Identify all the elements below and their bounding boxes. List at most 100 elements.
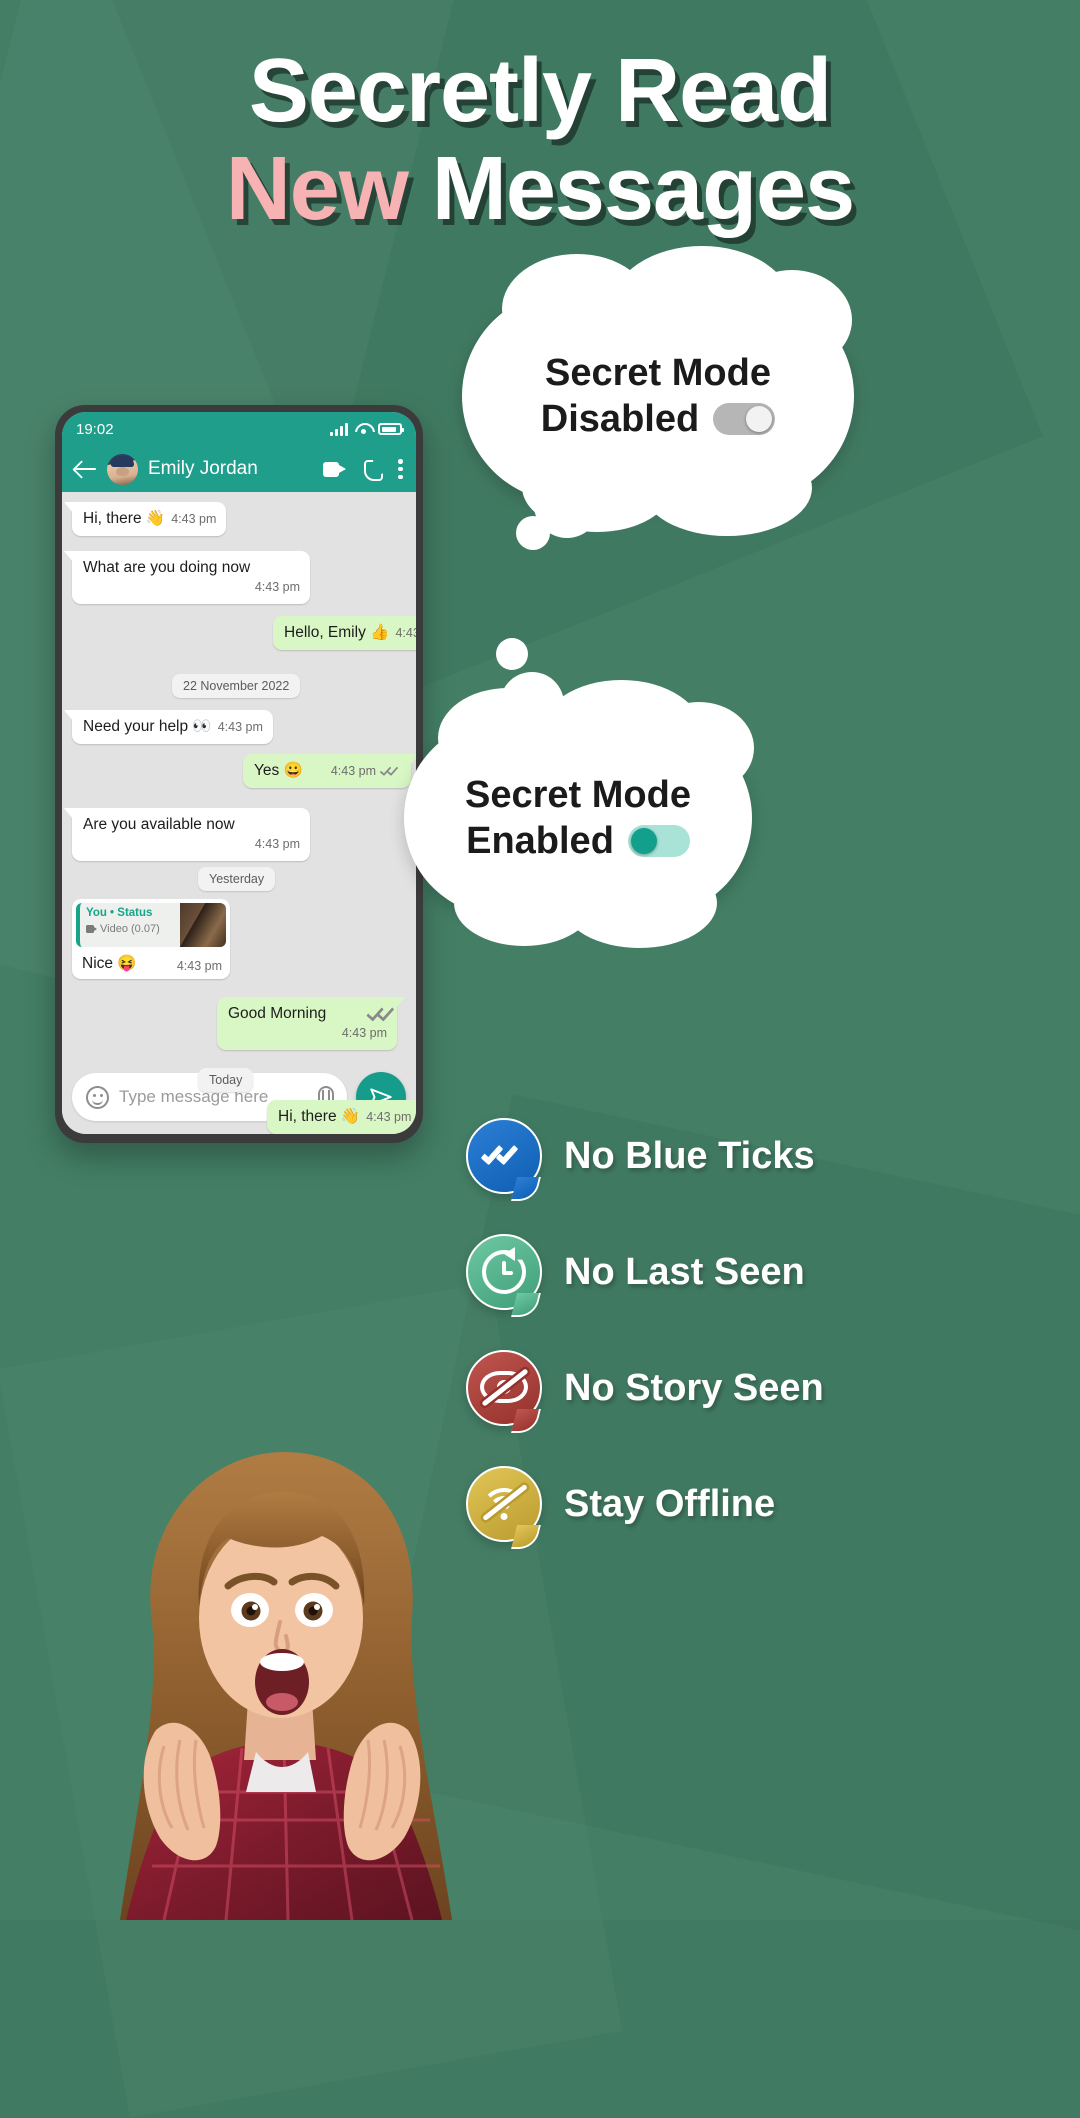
message-time: 4:43 pm: [395, 626, 416, 640]
feature-label: No Last Seen: [564, 1250, 805, 1293]
message-meta: 4:43 pm: [255, 578, 300, 596]
callout-tail-lobe: [516, 516, 550, 550]
video-call-icon[interactable]: [323, 461, 346, 477]
message-row[interactable]: Hi, there 👋 4:43 pm: [63, 502, 227, 536]
message-row[interactable]: Hi, there 👋 4:43 pm: [267, 1100, 416, 1134]
clock-history-icon: [466, 1234, 542, 1310]
message-bubble-outgoing[interactable]: Hi, there 👋 4:43 pm: [267, 1100, 416, 1134]
message-bubble-outgoing[interactable]: Hello, Emily 👍 4:43 pm: [273, 616, 416, 650]
headline-line-1: Secretly Read: [248, 41, 832, 141]
feature-item-no-blue-ticks[interactable]: No Blue Ticks: [466, 1098, 824, 1214]
message-bubble-outgoing[interactable]: Yes 😀 4:43 pm: [243, 754, 416, 788]
callout-line-2-label: Enabled: [466, 820, 614, 862]
delivered-receipt-icon: [379, 763, 401, 777]
message-time: 4:43 pm: [341, 1026, 387, 1040]
status-media-info: Video (0.07): [86, 923, 160, 935]
headline-line-2-rest: Messages: [431, 139, 855, 239]
message-meta: 4:43 pm: [331, 762, 401, 780]
message-row[interactable]: Yes 😀 4:43 pm: [243, 754, 416, 788]
status-reply-card[interactable]: You • Status Video (0.07) Nice 😝 4:43 pm: [72, 899, 230, 979]
callout-cloud: Secret Mode Enabled: [404, 680, 754, 948]
status-thumbnail[interactable]: [180, 903, 226, 947]
message-bubble-incoming[interactable]: What are you doing now 4:43 pm: [64, 551, 310, 604]
status-author: You • Status: [86, 907, 153, 919]
feature-item-no-last-seen[interactable]: No Last Seen: [466, 1214, 824, 1330]
message-text: Nice 😝: [82, 955, 137, 972]
callout-line-2: Enabled: [465, 818, 691, 864]
message-row[interactable]: Need your help 👀 4:43 pm: [64, 710, 273, 744]
message-bubble-incoming[interactable]: Need your help 👀 4:43 pm: [64, 710, 273, 744]
message-bubble-incoming[interactable]: Hi, there 👋 4:43 pm: [63, 502, 227, 536]
contact-name[interactable]: Emily Jordan: [148, 458, 313, 480]
message-meta: 4:43 pm: [177, 959, 222, 973]
feature-item-no-story-seen[interactable]: No Story Seen: [466, 1330, 824, 1446]
message-text: Hi, there 👋: [278, 1108, 361, 1125]
message-text: Hello, Emily 👍: [284, 624, 390, 641]
message-meta: 4:43 pm: [395, 624, 416, 642]
cloud-lobe: [642, 440, 812, 536]
callout-line-2-label: Disabled: [540, 398, 700, 440]
status-quote[interactable]: You • Status Video (0.07): [76, 903, 226, 947]
message-text: Hi, there 👋: [83, 510, 166, 527]
delivered-receipt-icon: [366, 1003, 399, 1023]
message-time: 4:43 pm: [254, 580, 300, 594]
headline-highlight: New: [225, 139, 409, 239]
message-text: Need your help 👀: [83, 718, 212, 735]
message-row[interactable]: Are you available now 4:43 pm: [64, 808, 310, 861]
message-time: 4:43 pm: [254, 837, 300, 851]
message-time: 4:43 pm: [330, 764, 376, 778]
callout-secret-mode-disabled: Secret Mode Disabled: [462, 246, 854, 550]
message-text: Are you available now: [83, 816, 235, 833]
chat-header: Emily Jordan: [62, 446, 416, 492]
video-thumb-icon: [86, 925, 97, 933]
feature-label: Stay Offline: [564, 1482, 776, 1525]
callout-tail-lobe: [496, 638, 528, 670]
callout-line-1: Secret Mode: [465, 774, 691, 816]
cloud-lobe: [562, 858, 717, 948]
phone-mockup: 19:02 Emily Jordan Hi, there 👋 4:43 pm W…: [55, 405, 423, 1143]
message-time: 4:43 pm: [176, 959, 222, 973]
callout-tail-lobe: [500, 672, 564, 736]
status-bar-time: 19:02: [76, 420, 114, 438]
message-text: Good Morning: [228, 1005, 327, 1022]
message-time: 4:43 pm: [366, 1110, 412, 1124]
feature-label: No Story Seen: [564, 1366, 824, 1409]
status-reply-body: Nice 😝 4:43 pm: [76, 947, 226, 973]
battery-icon: [378, 423, 404, 435]
date-chip: Today: [198, 1068, 254, 1092]
message-bubble-incoming[interactable]: Are you available now 4:43 pm: [64, 808, 310, 861]
toggle-knob: [630, 828, 657, 854]
feature-label: No Blue Ticks: [564, 1134, 815, 1177]
message-text: Yes 😀: [254, 762, 303, 779]
message-text: What are you doing now: [83, 559, 251, 576]
back-arrow-icon[interactable]: [75, 460, 97, 478]
phone-call-icon[interactable]: [363, 460, 381, 478]
wifi-slash-glyph: [480, 1483, 528, 1522]
toggle-knob: [746, 406, 773, 432]
message-list[interactable]: Hi, there 👋 4:43 pm What are you doing n…: [62, 492, 416, 1134]
eye-slash-icon: [466, 1350, 542, 1426]
callout-cloud: Secret Mode Disabled: [462, 246, 854, 536]
callout-content: Secret Mode Disabled: [540, 350, 776, 442]
message-row[interactable]: What are you doing now 4:43 pm: [64, 551, 310, 604]
feature-list: No Blue Ticks No Last Seen No Story Seen…: [466, 1098, 824, 1562]
message-row[interactable]: Hello, Emily 👍 4:43 pm: [273, 616, 416, 650]
contact-avatar[interactable]: [107, 453, 138, 485]
secret-mode-toggle-on[interactable]: [627, 825, 690, 857]
message-meta: 4:43 pm: [171, 510, 216, 528]
headline: Secretly Read New Messages: [0, 41, 1080, 234]
double-check-glyph: [480, 1141, 525, 1168]
date-chip: Yesterday: [198, 867, 276, 891]
message-meta: 4:43 pm: [218, 718, 263, 736]
secret-mode-toggle-off[interactable]: [713, 403, 776, 435]
chat-header-actions: [323, 459, 403, 479]
headline-line-2: New Messages: [0, 144, 1080, 234]
feature-item-stay-offline[interactable]: Stay Offline: [466, 1446, 824, 1562]
status-bar-indicators: [330, 422, 404, 436]
overflow-menu-icon[interactable]: [398, 459, 403, 479]
status-media-label: Video (0.07): [100, 923, 160, 935]
smiley-icon[interactable]: [86, 1085, 109, 1109]
callout-line-2: Disabled: [540, 396, 776, 442]
status-bar: 19:02: [62, 412, 416, 446]
wifi-icon: [355, 423, 371, 435]
